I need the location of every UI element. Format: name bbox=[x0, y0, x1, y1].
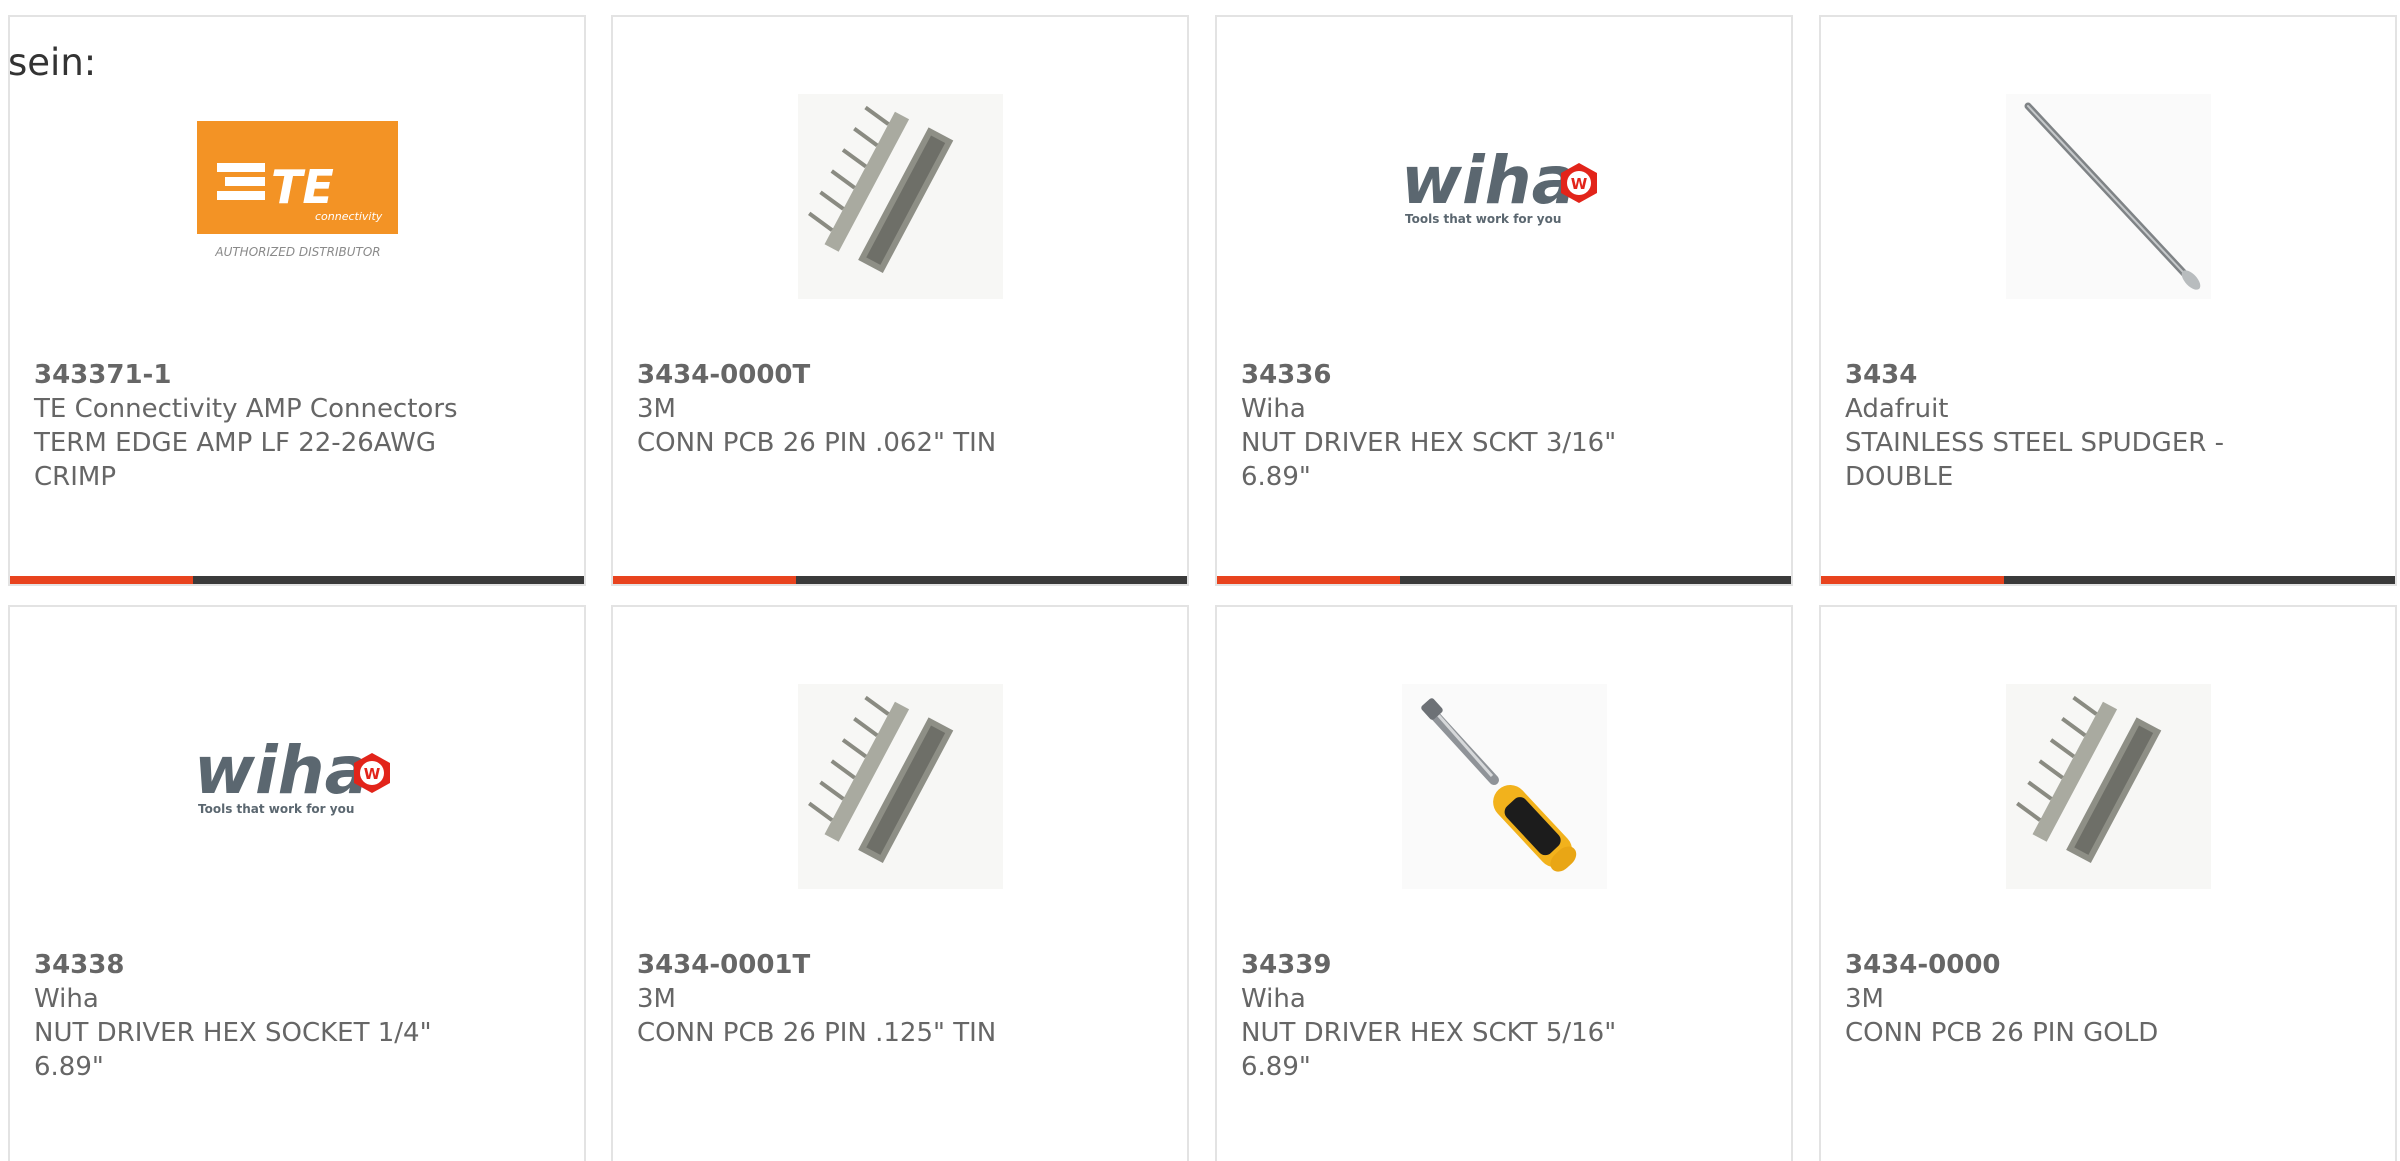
manufacturer: TE Connectivity AMP Connectors bbox=[34, 394, 458, 424]
description: CONN PCB 26 PIN .125" TIN bbox=[637, 1018, 997, 1048]
product-card[interactable]: 3434-0000 3M CONN PCB 26 PIN GOLD bbox=[1819, 605, 2397, 1161]
nut-driver-photo bbox=[1401, 683, 1607, 889]
product-card[interactable]: TE connectivity AUTHORIZED DISTRIBUTOR 3… bbox=[8, 15, 586, 586]
te-logo-tag: AUTHORIZED DISTRIBUTOR bbox=[214, 245, 380, 259]
part-number[interactable]: 3434-0000 bbox=[1845, 948, 2285, 982]
product-listing-page: sein: TE connectivity AUTHORIZED DISTRIB… bbox=[0, 0, 2400, 1161]
product-image[interactable] bbox=[1217, 675, 1791, 897]
card-bar bbox=[1217, 576, 1791, 584]
description: TERM EDGE AMP LF 22-26AWG CRIMP bbox=[34, 428, 436, 492]
wiha-tagline: Tools that work for you bbox=[198, 802, 354, 816]
product-info: 3434-0000 3M CONN PCB 26 PIN GOLD bbox=[1845, 948, 2285, 1050]
manufacturer: 3M bbox=[637, 984, 676, 1014]
product-info: 3434-0000T 3M CONN PCB 26 PIN .062" TIN bbox=[637, 358, 1077, 460]
wiha-wordmark: wiha bbox=[194, 732, 369, 809]
product-info: 343371-1 TE Connectivity AMP Connectors … bbox=[34, 358, 474, 494]
wiha-wordmark: wiha bbox=[1401, 142, 1576, 219]
manufacturer: 3M bbox=[1845, 984, 1884, 1014]
product-image[interactable] bbox=[613, 85, 1187, 307]
product-card[interactable]: 3434-0000T 3M CONN PCB 26 PIN .062" TIN bbox=[611, 15, 1189, 586]
product-card[interactable]: wiha W Tools that work for you 34338 Wih… bbox=[8, 605, 586, 1161]
te-logo-text: TE bbox=[271, 160, 334, 214]
product-info: 34336 Wiha NUT DRIVER HEX SCKT 3/16" 6.8… bbox=[1241, 358, 1681, 494]
pcb-connector-photo bbox=[797, 93, 1003, 299]
te-logo-sub: connectivity bbox=[315, 210, 383, 223]
part-number[interactable]: 34339 bbox=[1241, 948, 1681, 982]
product-image[interactable] bbox=[1821, 675, 2395, 897]
part-number[interactable]: 34338 bbox=[34, 948, 474, 982]
part-number[interactable]: 3434-0000T bbox=[637, 358, 1077, 392]
wiha-tagline: Tools that work for you bbox=[1405, 212, 1561, 226]
product-image[interactable] bbox=[1821, 85, 2395, 307]
product-image[interactable] bbox=[613, 675, 1187, 897]
intro-text: sein: bbox=[8, 41, 97, 84]
product-info: 34339 Wiha NUT DRIVER HEX SCKT 5/16" 6.8… bbox=[1241, 948, 1681, 1084]
card-bar bbox=[10, 576, 584, 584]
product-image[interactable]: TE connectivity AUTHORIZED DISTRIBUTOR bbox=[10, 85, 584, 307]
description: NUT DRIVER HEX SCKT 3/16" 6.89" bbox=[1241, 428, 1617, 492]
description: CONN PCB 26 PIN GOLD bbox=[1845, 1018, 2159, 1048]
part-number[interactable]: 3434 bbox=[1845, 358, 2285, 392]
manufacturer: Wiha bbox=[1241, 394, 1306, 424]
product-image[interactable]: wiha W Tools that work for you bbox=[1217, 85, 1791, 307]
wiha-badge: W bbox=[364, 765, 381, 783]
manufacturer: 3M bbox=[637, 394, 676, 424]
product-image[interactable]: wiha W Tools that work for you bbox=[10, 675, 584, 897]
product-card[interactable]: 3434-0001T 3M CONN PCB 26 PIN .125" TIN bbox=[611, 605, 1189, 1161]
card-bar-accent bbox=[10, 576, 193, 584]
product-card[interactable]: wiha W Tools that work for you 34336 Wih… bbox=[1215, 15, 1793, 586]
pcb-connector-photo bbox=[2005, 683, 2211, 889]
wiha-badge: W bbox=[1571, 175, 1588, 193]
description: NUT DRIVER HEX SCKT 5/16" 6.89" bbox=[1241, 1018, 1617, 1082]
part-number[interactable]: 34336 bbox=[1241, 358, 1681, 392]
te-connectivity-logo: TE connectivity AUTHORIZED DISTRIBUTOR bbox=[196, 121, 398, 259]
spudger-photo bbox=[2005, 93, 2211, 299]
card-bar bbox=[613, 576, 1187, 584]
card-bar bbox=[1821, 576, 2395, 584]
manufacturer: Adafruit bbox=[1845, 394, 1949, 424]
product-card[interactable]: 3434 Adafruit STAINLESS STEEL SPUDGER - … bbox=[1819, 15, 2397, 586]
product-grid: TE connectivity AUTHORIZED DISTRIBUTOR 3… bbox=[0, 0, 2400, 1161]
product-info: 34338 Wiha NUT DRIVER HEX SOCKET 1/4" 6.… bbox=[34, 948, 474, 1084]
description: CONN PCB 26 PIN .062" TIN bbox=[637, 428, 997, 458]
product-info: 3434 Adafruit STAINLESS STEEL SPUDGER - … bbox=[1845, 358, 2285, 494]
card-bar-accent bbox=[1821, 576, 2004, 584]
pcb-connector-photo bbox=[797, 683, 1003, 889]
product-info: 3434-0001T 3M CONN PCB 26 PIN .125" TIN bbox=[637, 948, 1077, 1050]
wiha-logo: wiha W Tools that work for you bbox=[194, 732, 390, 816]
part-number[interactable]: 3434-0001T bbox=[637, 948, 1077, 982]
description: STAINLESS STEEL SPUDGER - DOUBLE bbox=[1845, 428, 2224, 492]
card-bar-accent bbox=[1217, 576, 1400, 584]
wiha-logo: wiha W Tools that work for you bbox=[1401, 142, 1597, 226]
manufacturer: Wiha bbox=[1241, 984, 1306, 1014]
product-card[interactable]: 34339 Wiha NUT DRIVER HEX SCKT 5/16" 6.8… bbox=[1215, 605, 1793, 1161]
description: NUT DRIVER HEX SOCKET 1/4" 6.89" bbox=[34, 1018, 432, 1082]
card-bar-accent bbox=[613, 576, 796, 584]
part-number[interactable]: 343371-1 bbox=[34, 358, 474, 392]
manufacturer: Wiha bbox=[34, 984, 99, 1014]
